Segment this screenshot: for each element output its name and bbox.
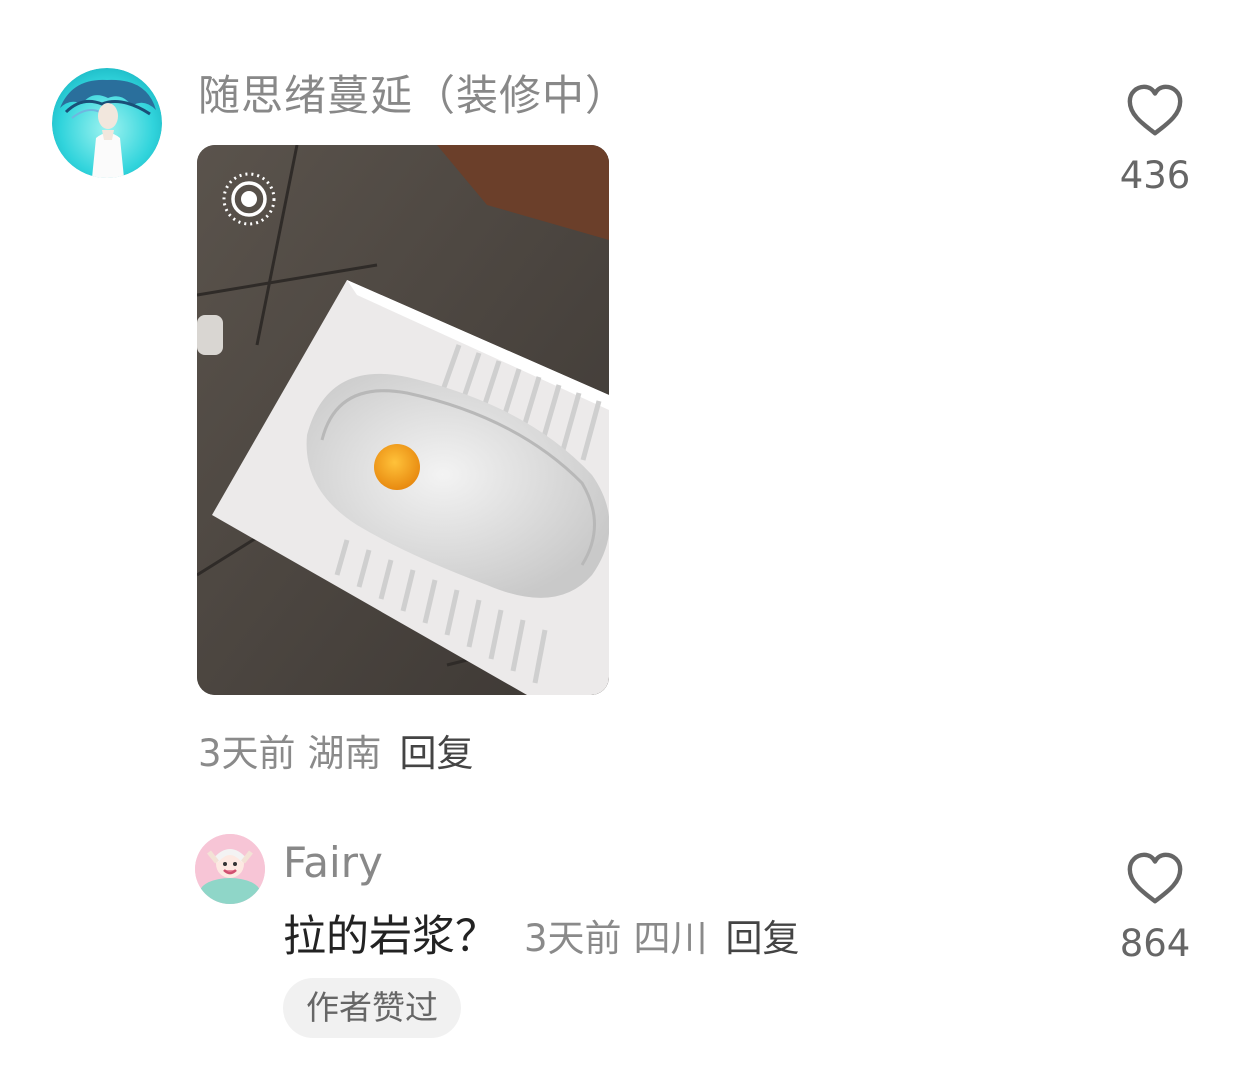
reply-avatar[interactable] bbox=[195, 834, 265, 904]
comment-like-button[interactable]: 436 bbox=[1118, 80, 1192, 200]
heart-icon[interactable] bbox=[1118, 848, 1192, 910]
comment-meta: 3天前 湖南 回复 bbox=[198, 728, 474, 780]
reply-like-count: 864 bbox=[1119, 922, 1191, 965]
reply-body: 拉的岩浆？ 3天前 四川 回复 bbox=[283, 908, 800, 975]
comment-photo[interactable] bbox=[197, 145, 609, 695]
reply-time: 3天前 bbox=[524, 917, 622, 960]
live-photo-icon bbox=[221, 171, 277, 227]
reply-reply-button[interactable]: 回复 bbox=[726, 917, 800, 960]
avatar-girl-blue-hair-icon bbox=[52, 68, 162, 178]
commenter-username[interactable]: 随思绪蔓延（装修中） bbox=[198, 68, 628, 124]
author-liked-badge: 作者赞过 bbox=[283, 978, 461, 1038]
comment-reply-button[interactable]: 回复 bbox=[400, 732, 474, 775]
heart-icon[interactable] bbox=[1118, 80, 1192, 142]
reply-location: 四川 bbox=[633, 917, 708, 960]
comment-time: 3天前 bbox=[198, 732, 296, 775]
comment-like-count: 436 bbox=[1119, 154, 1191, 197]
comment-location: 湖南 bbox=[307, 732, 382, 775]
reply-text: 拉的岩浆？ bbox=[283, 912, 498, 962]
commenter-avatar[interactable] bbox=[52, 68, 162, 178]
toilet-photo-image bbox=[197, 145, 609, 695]
reply-like-button[interactable]: 864 bbox=[1118, 848, 1192, 968]
reply-username[interactable]: Fairy bbox=[283, 836, 383, 890]
avatar-cartoon-pink-icon bbox=[195, 834, 265, 904]
